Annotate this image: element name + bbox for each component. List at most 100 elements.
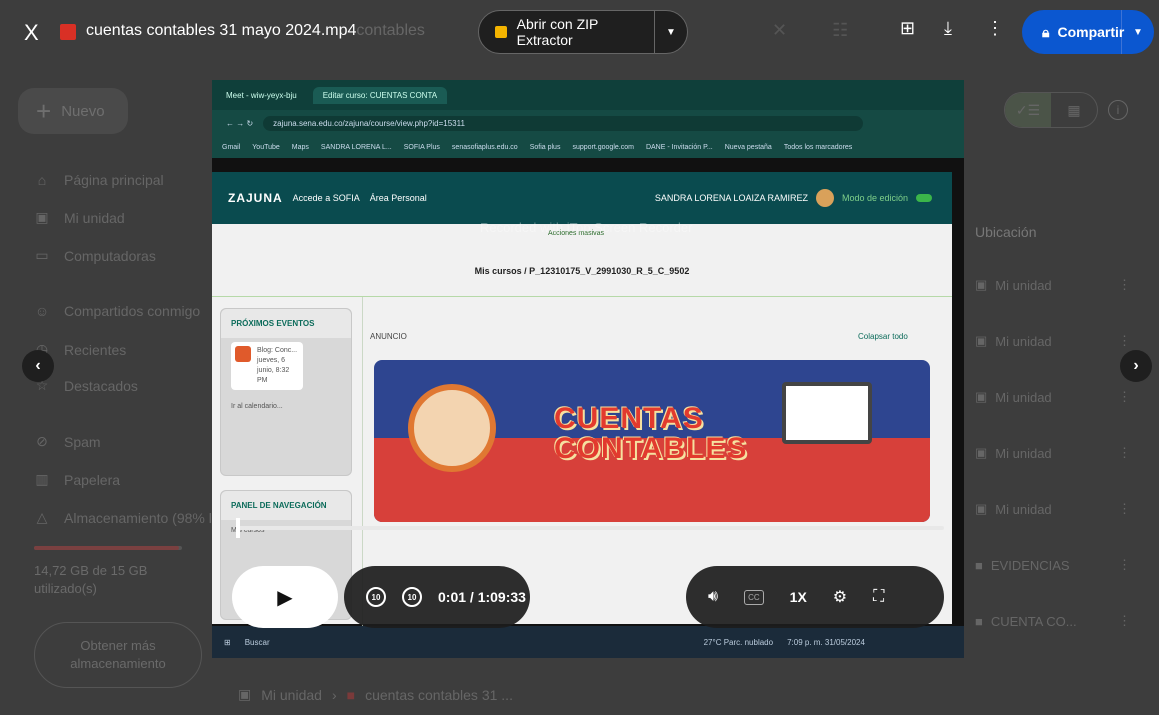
storage-bar-fill	[34, 546, 180, 550]
video-page: Acciones masivas Mis cursos / P_12310175…	[212, 224, 952, 627]
breadcrumb: ▣ Mi unidad › ■ cuentas contables 31 ...	[238, 686, 513, 703]
download-icon[interactable]: ⤓	[944, 18, 952, 39]
info-icon: i	[1108, 100, 1128, 120]
drive-icon: ▣	[975, 277, 988, 292]
lock-icon: 🔒︎	[1042, 23, 1050, 40]
zip-extractor-icon	[495, 26, 507, 38]
video-site-header: ZAJUNA Accede a SOFIA Área Personal SAND…	[212, 172, 952, 224]
chevron-right-icon: ›	[1133, 357, 1139, 374]
seek-handle[interactable]	[236, 518, 240, 538]
calendar-icon	[235, 346, 251, 362]
sidebar-item-home: ⌂ Página principal	[34, 172, 164, 188]
list-view-icon: ✓☰	[1005, 93, 1051, 127]
drive-icon: ▣	[975, 389, 988, 404]
playback-speed-button[interactable]: 1X	[790, 589, 807, 605]
cloud-icon: △	[36, 509, 48, 525]
more-vert-icon: ⋮	[1118, 501, 1131, 516]
video-block-events: PRÓXIMOS EVENTOS Blog: Conc... jueves, 6…	[220, 308, 352, 476]
viewer-topbar: X cuentas contables 31 mayo 2024.mp4cont…	[0, 0, 1159, 68]
list-item: ▣ Mi unidad ⋮	[975, 277, 1131, 293]
time-readout: 0:01 / 1:09:33	[438, 589, 526, 605]
play-button[interactable]: ▶	[232, 566, 338, 628]
storage-text: 14,72 GB de 15 GB utilizado(s)	[34, 563, 148, 596]
seek-back-icon[interactable]: 10	[366, 587, 386, 607]
drive-icon: ▣	[238, 686, 252, 702]
people-icon: ☺	[34, 303, 50, 319]
play-icon: ▶	[277, 586, 293, 609]
gear-icon[interactable]: ⚙	[833, 587, 847, 607]
list-item: ▣ Mi unidad ⋮	[975, 501, 1131, 517]
open-with-zip-main[interactable]: Abrir con ZIP Extractor	[479, 11, 655, 53]
sidebar-item-shared: ☺ Compartidos conmigo	[34, 303, 201, 319]
video-taskbar: ⊞ Buscar 27°C Parc. nublado 7:09 p. m. 3…	[212, 626, 964, 658]
background-toolbar-icons: ✕ ☷	[772, 20, 869, 40]
share-main[interactable]: 🔒︎ Compartir	[1022, 10, 1124, 54]
video-address-bar: ← → ↻ zajuna.sena.edu.co/zajuna/course/v…	[212, 110, 964, 136]
banner-title: CUENTAS CONTABLES	[554, 402, 748, 465]
get-more-storage-button: Obtener más almacenamiento	[34, 622, 202, 688]
more-vert-icon: ⋮	[1118, 333, 1131, 348]
drive-icon: ▣	[35, 209, 49, 225]
list-item: ▣ Mi unidad ⋮	[975, 333, 1131, 349]
sidebar-item-computers: ▭ Computadoras	[35, 247, 156, 264]
folder-icon: ■	[975, 557, 983, 573]
video-browser-tabs: Meet - wiw-yeyx-bju Editar curso: CUENTA…	[212, 80, 964, 110]
folder-icon: ■	[975, 613, 983, 629]
sidebar-item-my-drive: ▣ Mi unidad	[35, 209, 125, 226]
add-shortcut-icon[interactable]: ⊞	[900, 18, 915, 39]
more-vert-icon[interactable]: ⋮	[986, 18, 1004, 39]
chevron-down-icon[interactable]: ▼	[1122, 27, 1154, 38]
seek-bar[interactable]	[236, 518, 944, 538]
sidebar-item-storage: △ Almacenamiento (98% ll...	[34, 509, 227, 526]
video-banner: CUENTAS CONTABLES	[374, 360, 930, 522]
video-user: SANDRA LORENA LOAIZA RAMIREZ Modo de edi…	[655, 189, 932, 207]
plus-icon: +	[36, 96, 52, 126]
monitor-illustration	[782, 382, 872, 444]
more-vert-icon: ⋮	[1118, 277, 1131, 292]
list-item: ■ EVIDENCIAS ⋮	[975, 557, 1131, 573]
file-title: cuentas contables 31 mayo 2024.mp4contab…	[86, 22, 425, 39]
trash-icon: ▥	[35, 471, 49, 487]
seek-forward-icon[interactable]: 10	[402, 587, 422, 607]
computer-icon: ▭	[35, 247, 49, 263]
girl-illustration	[408, 384, 496, 472]
chevron-right-icon: ›	[331, 686, 337, 703]
new-button: + Nuevo	[18, 88, 128, 134]
next-file-button[interactable]: ›	[1120, 350, 1152, 382]
new-label: Nuevo	[61, 102, 105, 120]
avatar	[815, 189, 834, 207]
grid-view-icon: ▦	[1067, 101, 1081, 118]
chevron-left-icon: ‹	[35, 357, 41, 374]
spam-icon: ⊘	[36, 433, 48, 449]
sidebar-item-spam: ⊘ Spam	[34, 433, 100, 450]
share-button[interactable]: 🔒︎ Compartir ▼	[1022, 10, 1154, 54]
open-with-zip-button[interactable]: Abrir con ZIP Extractor ▼	[478, 10, 688, 54]
close-icon[interactable]: X	[24, 20, 39, 46]
list-item: ■ CUENTA CO... ⋮	[975, 613, 1131, 629]
view-toggle: ✓☰ ▦	[1004, 92, 1098, 128]
chevron-down-icon[interactable]: ▼	[655, 27, 687, 38]
list-item: ▣ Mi unidad ⋮	[975, 445, 1131, 461]
windows-icon: ⊞	[224, 637, 231, 647]
video-file-icon: ■	[346, 686, 356, 703]
more-vert-icon: ⋮	[1118, 445, 1131, 460]
playback-controls: 10 10 0:01 / 1:09:33	[344, 566, 530, 628]
sidebar-item-starred: ☆ Destacados	[35, 377, 138, 394]
volume-icon[interactable]: 🔊︎	[708, 588, 718, 606]
video-bookmarks-bar: Gmail YouTube Maps SANDRA LORENA L... SOFIA …	[212, 136, 964, 158]
drive-icon: ▣	[975, 445, 988, 460]
previous-file-button[interactable]: ‹	[22, 350, 54, 382]
drive-icon: ▣	[975, 501, 988, 516]
drive-icon: ▣	[975, 333, 988, 348]
more-vert-icon: ⋮	[1118, 389, 1131, 404]
video-file-icon	[60, 24, 76, 40]
more-vert-icon: ⋮	[1118, 613, 1131, 628]
captions-icon[interactable]: CC	[744, 589, 764, 605]
storage-bar	[34, 546, 182, 550]
list-item: ▣ Mi unidad ⋮	[975, 389, 1131, 405]
toggle-icon	[916, 194, 932, 202]
fullscreen-icon[interactable]: ⛶	[873, 588, 884, 606]
recorder-watermark: Recorded with iTop Screen Recorder	[480, 220, 693, 235]
sidebar-item-trash: ▥ Papelera	[35, 471, 121, 488]
home-icon: ⌂	[37, 172, 47, 188]
